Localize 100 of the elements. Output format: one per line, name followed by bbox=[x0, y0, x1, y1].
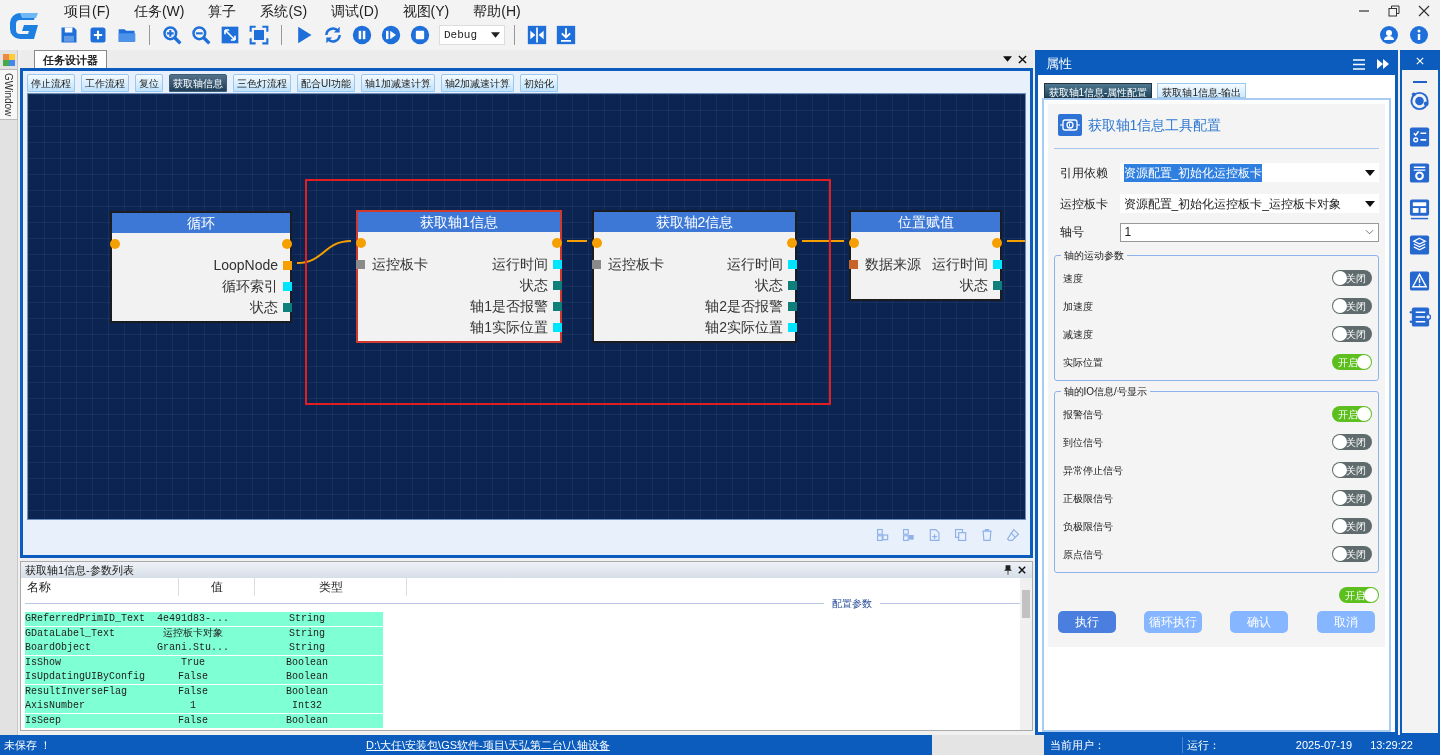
column-header[interactable]: 类型 bbox=[255, 578, 407, 596]
user-icon[interactable] bbox=[1380, 26, 1398, 44]
menu-item[interactable]: 算子 bbox=[196, 0, 249, 22]
zoom-in-icon[interactable] bbox=[162, 25, 182, 45]
toggle-switch[interactable]: 关闭 bbox=[1332, 326, 1372, 342]
field-label: 轴号 bbox=[1058, 224, 1085, 241]
fullscreen-icon[interactable] bbox=[249, 25, 269, 45]
split-icon[interactable] bbox=[527, 25, 547, 45]
port-label: 状态 bbox=[960, 277, 988, 293]
table-cell: IsUpdatingUIByConfig bbox=[25, 670, 155, 684]
paste-nodes-icon[interactable] bbox=[901, 528, 916, 542]
flow-node[interactable]: 位置赋值 数据来源 运行时间 状态 bbox=[849, 210, 1002, 301]
port-label: 状态 bbox=[250, 299, 278, 315]
close-icon[interactable] bbox=[1418, 5, 1430, 17]
action-button[interactable]: 执行 bbox=[1057, 611, 1116, 633]
flow-tab[interactable]: 工作流程 bbox=[81, 74, 129, 92]
panel-tab[interactable]: 获取轴1信息-输出 bbox=[1157, 83, 1247, 98]
column-header[interactable]: 值 bbox=[179, 578, 255, 596]
output-port[interactable] bbox=[787, 238, 797, 248]
column-header[interactable]: 名称 bbox=[25, 578, 179, 596]
flow-node[interactable]: 循环 LoopNode 循环索引 状态 bbox=[110, 211, 292, 323]
warning-icon[interactable] bbox=[1409, 270, 1431, 292]
menu-item[interactable]: 帮助(H) bbox=[461, 0, 533, 22]
dropdown-icon[interactable] bbox=[1002, 56, 1012, 62]
mode-dropdown[interactable]: Debug bbox=[439, 25, 505, 45]
flow-tab[interactable]: 三色灯流程 bbox=[233, 74, 291, 92]
flow-tab[interactable]: 获取轴信息 bbox=[169, 74, 227, 92]
menu-item[interactable]: 调试(D) bbox=[319, 0, 391, 22]
port-label: 运控板卡 bbox=[608, 256, 664, 272]
refresh-icon[interactable] bbox=[323, 25, 343, 45]
port-label: 轴1实际位置 bbox=[470, 319, 548, 335]
toggle-switch[interactable]: 关闭 bbox=[1332, 434, 1372, 450]
info-icon[interactable] bbox=[1410, 26, 1428, 44]
flow-node[interactable]: 获取轴1信息 运控板卡 运行时间 状态 轴1是否报警 轴1实际位置 bbox=[356, 210, 562, 343]
flow-tab[interactable]: 轴1加减速计算 bbox=[361, 74, 435, 92]
document-tab[interactable]: 任务设计器 bbox=[34, 50, 107, 68]
group-title: 轴的IO信息/号显示 bbox=[1060, 384, 1150, 399]
close-icon[interactable] bbox=[1017, 54, 1027, 64]
fit-view-icon[interactable] bbox=[220, 25, 240, 45]
table-cell: String bbox=[231, 626, 383, 641]
caret-icon bbox=[1365, 200, 1375, 207]
menu-item[interactable]: 系统(S) bbox=[248, 0, 320, 22]
table-cell: Grani.Stu... bbox=[155, 641, 231, 655]
scrollbar[interactable] bbox=[1019, 578, 1032, 730]
input-port[interactable] bbox=[849, 238, 859, 248]
zoom-out-icon[interactable] bbox=[191, 25, 211, 45]
input-port[interactable] bbox=[356, 238, 366, 248]
save-icon[interactable] bbox=[59, 25, 79, 45]
layout-icon[interactable] bbox=[1409, 198, 1431, 220]
combo-box[interactable]: 1 bbox=[1119, 222, 1379, 242]
table-cell: String bbox=[231, 641, 383, 655]
toggle-switch[interactable]: 关闭 bbox=[1332, 298, 1372, 314]
menu-icon[interactable] bbox=[1353, 58, 1365, 70]
flow-tab[interactable]: 轴2加减速计算 bbox=[440, 74, 515, 92]
menu-item[interactable]: 视图(Y) bbox=[390, 0, 462, 22]
side-tab[interactable]: GWindow bbox=[0, 69, 18, 121]
status-date: 2025-07-19 bbox=[1295, 737, 1353, 753]
toggle-switch[interactable]: 关闭 bbox=[1332, 546, 1372, 562]
menu-item[interactable]: 项目(F) bbox=[52, 0, 122, 22]
flow-node[interactable]: 获取轴2信息 运控板卡 运行时间 状态 轴2是否报警 轴2实际位置 bbox=[592, 210, 797, 343]
flow-tab[interactable]: 配合UI功能 bbox=[297, 74, 355, 92]
node-title: 位置赋值 bbox=[851, 212, 1000, 232]
window-icon[interactable] bbox=[2, 54, 15, 66]
output-port[interactable] bbox=[992, 238, 1002, 248]
input-port[interactable] bbox=[110, 239, 120, 249]
flow-tab[interactable]: 停止流程 bbox=[27, 74, 75, 92]
copy-nodes-icon[interactable] bbox=[875, 528, 890, 542]
dropdown[interactable]: 资源配置_初始化运控板卡 bbox=[1119, 163, 1379, 182]
node-title: 循环 bbox=[112, 213, 290, 233]
step-icon[interactable] bbox=[381, 25, 401, 45]
input-port[interactable] bbox=[592, 238, 602, 248]
connector-line bbox=[566, 240, 588, 242]
panel-tab[interactable]: 获取轴1信息-属性配置 bbox=[1043, 83, 1153, 98]
stop-icon[interactable] bbox=[410, 25, 430, 45]
toggle-switch[interactable]: 关闭 bbox=[1332, 270, 1372, 286]
collapse-icon[interactable] bbox=[1377, 59, 1389, 69]
toggle-switch[interactable]: 关闭 bbox=[1332, 462, 1372, 478]
table-cell: String bbox=[231, 612, 383, 626]
checklist-icon[interactable] bbox=[1409, 126, 1431, 148]
flow-tab[interactable]: 复位 bbox=[135, 74, 163, 92]
menu-item[interactable]: 任务(W) bbox=[121, 0, 197, 22]
dropdown[interactable]: 资源配置_初始化运控板卡_运控板卡对象 bbox=[1119, 194, 1379, 213]
restore-icon[interactable] bbox=[1388, 5, 1400, 17]
table-cell: False bbox=[155, 684, 231, 699]
table-cell: GDataLabel_Text bbox=[25, 626, 155, 641]
minimize-icon[interactable] bbox=[1413, 80, 1427, 84]
settings-list-icon[interactable] bbox=[1409, 162, 1431, 184]
list-settings-icon[interactable] bbox=[1409, 306, 1431, 328]
toggle-switch[interactable]: 关闭 bbox=[1332, 490, 1372, 506]
close-icon[interactable] bbox=[1017, 566, 1026, 574]
orbit-icon[interactable] bbox=[1409, 90, 1431, 112]
new-file-icon[interactable] bbox=[88, 25, 108, 45]
output-port[interactable] bbox=[282, 239, 292, 249]
pause-icon[interactable] bbox=[352, 25, 372, 45]
table-cell: Boolean bbox=[231, 670, 383, 684]
flow-tab[interactable]: 初始化 bbox=[520, 74, 559, 92]
download-icon[interactable] bbox=[556, 25, 576, 45]
layers-icon[interactable] bbox=[1409, 234, 1431, 256]
toggle-switch[interactable]: 关闭 bbox=[1332, 518, 1372, 534]
path-link[interactable]: D:\大任\安装包\GS软件-项目\天弘第二台\八轴设备 bbox=[366, 736, 610, 754]
